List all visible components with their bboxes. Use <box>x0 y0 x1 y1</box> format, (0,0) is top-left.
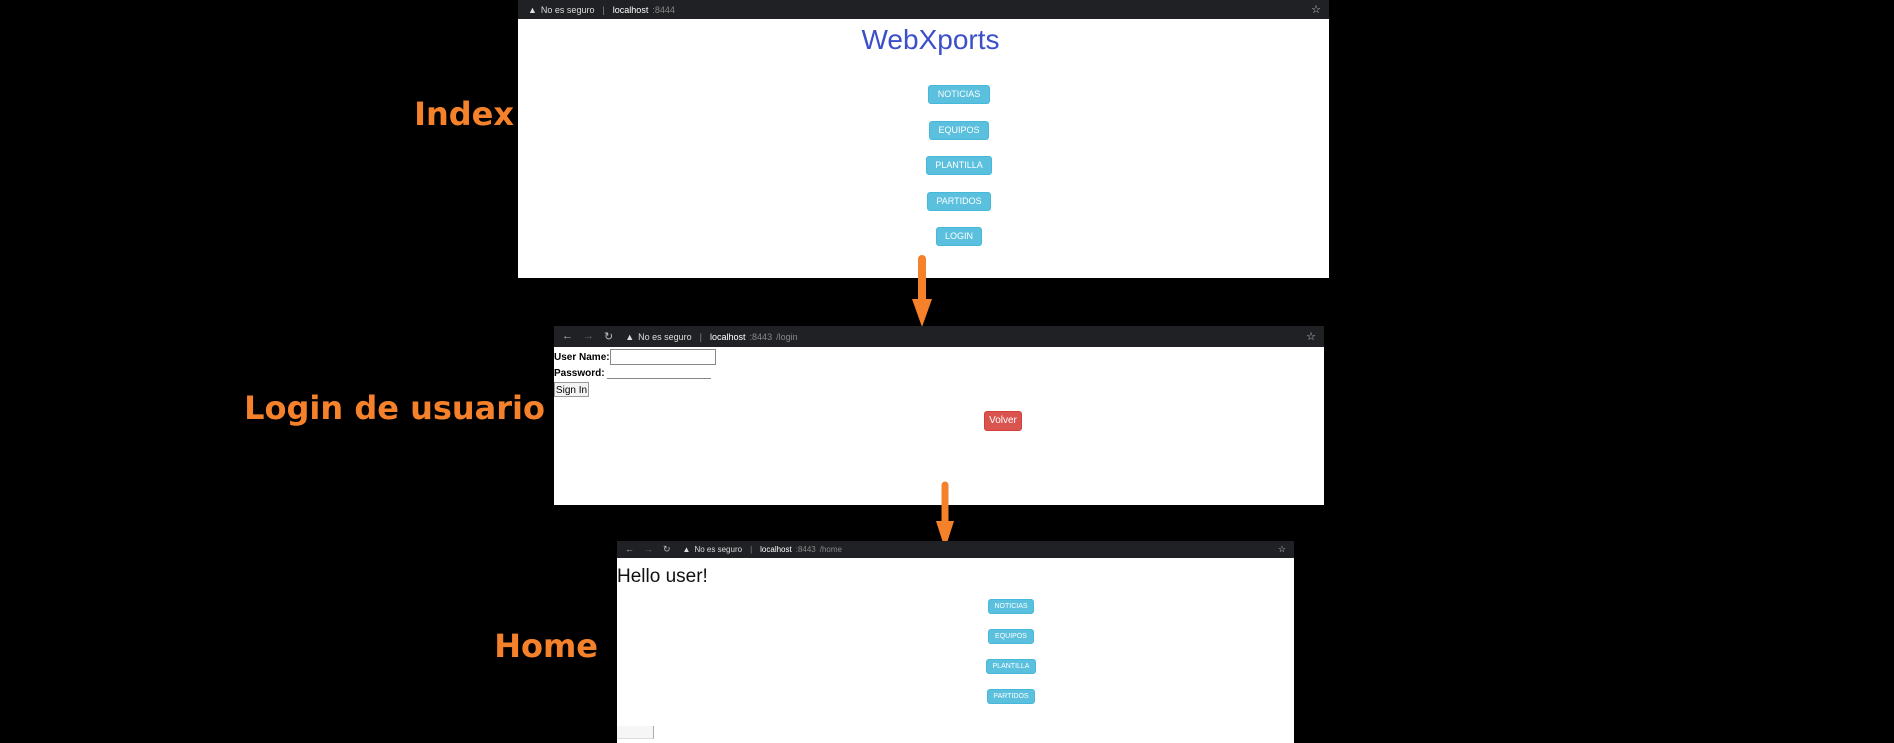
back-arrow-icon[interactable]: ← <box>625 544 634 555</box>
browser-toolbar: ▲ No es seguro | localhost:8444 ☆ <box>518 0 1329 19</box>
login-window: ← → ↻ ▲ No es seguro | localhost:8443/lo… <box>554 326 1324 505</box>
security-warning: No es seguro <box>638 331 692 342</box>
password-label: Password: <box>554 367 605 379</box>
label-login: Login de usuario <box>244 389 545 427</box>
nav-button-noticias[interactable]: NOTICIAS <box>988 599 1034 614</box>
bookmark-star-icon[interactable]: ☆ <box>1306 330 1316 343</box>
browser-toolbar: ← → ↻ ▲ No es seguro | localhost:8443/lo… <box>554 326 1324 347</box>
security-warning: No es seguro <box>694 545 743 554</box>
forward-arrow-icon[interactable]: → <box>644 544 653 555</box>
sign-in-button[interactable]: Sign In <box>554 382 589 397</box>
address-path: /login <box>776 331 798 342</box>
warning-icon: ▲ <box>625 331 635 342</box>
nav-button-partidos[interactable]: PARTIDOS <box>927 191 991 211</box>
address-host: localhost <box>710 331 746 342</box>
warning-icon: ▲ <box>682 545 691 554</box>
address-host: localhost <box>612 4 649 15</box>
warning-icon: ▲ <box>528 4 537 15</box>
address-port: :8444 <box>652 4 675 15</box>
bookmark-star-icon[interactable]: ☆ <box>1278 544 1286 555</box>
address-path: /home <box>819 545 842 554</box>
address-bar[interactable]: ▲ No es seguro | localhost:8443/home <box>683 545 842 554</box>
reload-icon[interactable]: ↻ <box>604 330 613 343</box>
nav-button-plantilla[interactable]: PLANTILLA <box>926 156 992 175</box>
flow-arrow-1 <box>912 255 932 327</box>
nav-button-equipos[interactable]: EQUIPOS <box>929 120 989 140</box>
browser-toolbar: ← → ↻ ▲ No es seguro | localhost:8443/ho… <box>617 541 1294 558</box>
back-button[interactable]: Volver <box>984 411 1022 431</box>
back-arrow-icon[interactable]: ← <box>562 330 573 343</box>
address-host: localhost <box>760 545 792 554</box>
index-window: ▲ No es seguro | localhost:8444 ☆ WebXpo… <box>518 0 1329 278</box>
nav-button-equipos[interactable]: EQUIPOS <box>988 629 1034 644</box>
partial-element <box>617 726 654 739</box>
address-port: :8443 <box>749 331 773 342</box>
home-window: ← → ↻ ▲ No es seguro | localhost:8443/ho… <box>617 541 1294 743</box>
nav-button-noticias[interactable]: NOTICIAS <box>928 85 990 104</box>
security-warning: No es seguro <box>540 4 595 15</box>
password-input[interactable] <box>606 367 711 379</box>
address-bar[interactable]: ▲ No es seguro | localhost:8443/login <box>625 332 797 342</box>
label-home: Home <box>494 627 598 665</box>
nav-buttons: ← → ↻ <box>625 544 671 555</box>
username-input[interactable] <box>609 349 716 365</box>
address-port: :8443 <box>795 545 816 554</box>
username-label: User Name: <box>554 351 610 363</box>
forward-arrow-icon[interactable]: → <box>583 330 594 343</box>
reload-icon[interactable]: ↻ <box>663 544 671 555</box>
nav-button-login[interactable]: LOGIN <box>936 227 982 246</box>
page-title: WebXports <box>861 24 1000 55</box>
bookmark-star-icon[interactable]: ☆ <box>1311 3 1321 16</box>
nav-buttons: ← → ↻ <box>562 330 613 343</box>
address-bar[interactable]: ▲ No es seguro | localhost:8444 <box>528 5 675 15</box>
greeting-heading: Hello user! <box>617 566 708 587</box>
nav-button-partidos[interactable]: PARTIDOS <box>987 689 1035 704</box>
nav-button-plantilla[interactable]: PLANTILLA <box>986 659 1036 674</box>
label-index: Index <box>414 95 514 133</box>
